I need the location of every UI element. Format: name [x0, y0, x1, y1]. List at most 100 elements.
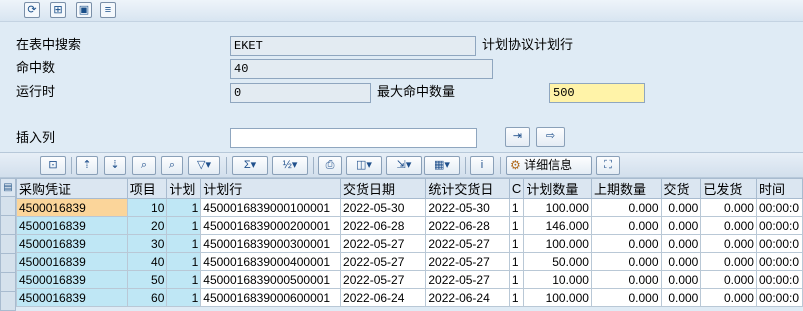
table-cell[interactable]: 0.000: [660, 270, 702, 289]
column-header[interactable]: 交货日期: [340, 178, 427, 199]
filter-icon[interactable]: ▽▾: [188, 156, 220, 175]
table-cell[interactable]: 0.000: [590, 288, 662, 307]
table-cell[interactable]: 20: [126, 216, 168, 235]
column-header[interactable]: 计划行: [200, 178, 342, 199]
export-icon[interactable]: ⇲▾: [386, 156, 422, 175]
insert-column-button[interactable]: ⇥: [505, 127, 530, 147]
table-cell[interactable]: 1: [508, 288, 525, 307]
table-cell[interactable]: 1: [508, 252, 525, 271]
table-cell[interactable]: 0.000: [700, 252, 757, 271]
column-header[interactable]: 已发货: [700, 178, 757, 199]
column-header[interactable]: 上期数量: [590, 178, 662, 199]
table-cell[interactable]: 10.000: [523, 270, 592, 289]
subtotal-icon[interactable]: ½▾: [272, 156, 308, 175]
table-cell[interactable]: 2022-05-27: [340, 270, 427, 289]
column-header[interactable]: 计划: [166, 178, 202, 199]
table-cell[interactable]: 1: [166, 288, 202, 307]
find-icon[interactable]: ⌕: [132, 156, 156, 175]
table-cell[interactable]: 0.000: [660, 198, 702, 217]
table-cell[interactable]: 4500016839000500001: [200, 270, 342, 289]
table-cell[interactable]: 1: [166, 216, 202, 235]
table-cell[interactable]: 40: [126, 252, 168, 271]
details-button[interactable]: ⚙ 详细信息: [506, 156, 592, 175]
table-cell[interactable]: 1: [166, 270, 202, 289]
table-cell[interactable]: 00:00:0: [755, 234, 803, 253]
table-cell[interactable]: 4500016839: [16, 252, 128, 271]
table-cell[interactable]: 2022-05-27: [340, 252, 427, 271]
find-next-icon[interactable]: ⌕: [161, 156, 183, 175]
column-header[interactable]: 项目: [126, 178, 168, 199]
row-selector[interactable]: [0, 292, 16, 311]
table-cell[interactable]: 0.000: [700, 216, 757, 235]
column-header[interactable]: C: [508, 178, 525, 199]
table-cell[interactable]: 0.000: [590, 234, 662, 253]
row-selector[interactable]: [0, 273, 16, 292]
sum-icon[interactable]: Σ▾: [232, 156, 268, 175]
layout-icon[interactable]: ▦▾: [424, 156, 460, 175]
table-row[interactable]: 4500016839 50 1 4500016839000500001 2022-05-…: [16, 270, 803, 289]
table-cell[interactable]: 4500016839000200001: [200, 216, 342, 235]
select-all-rows-icon[interactable]: ▤: [0, 178, 16, 197]
table-cell[interactable]: 0.000: [660, 252, 702, 271]
table-cell[interactable]: 4500016839: [16, 198, 128, 217]
table-cell[interactable]: 1: [166, 198, 202, 217]
table-cell[interactable]: 0.000: [700, 198, 757, 217]
row-selector[interactable]: [0, 254, 16, 273]
table-cell[interactable]: 2022-05-27: [425, 270, 510, 289]
row-selector[interactable]: [0, 216, 16, 235]
select-all-icon[interactable]: ⊡: [40, 156, 66, 175]
table-cell[interactable]: 00:00:0: [755, 216, 803, 235]
table-row[interactable]: 4500016839 30 1 4500016839000300001 2022-05-…: [16, 234, 803, 253]
table-row[interactable]: 4500016839 40 1 4500016839000400001 2022-05-…: [16, 252, 803, 271]
table-cell[interactable]: 1: [166, 234, 202, 253]
table-cell[interactable]: 2022-05-30: [425, 198, 510, 217]
table-cell[interactable]: 2022-06-24: [340, 288, 427, 307]
table-cell[interactable]: 0.000: [590, 252, 662, 271]
sort-descending-icon[interactable]: ⇣: [104, 156, 126, 175]
table-cell[interactable]: 146.000: [523, 216, 592, 235]
table-cell[interactable]: 4500016839: [16, 216, 128, 235]
table-cell[interactable]: 2022-06-24: [425, 288, 510, 307]
table-cell[interactable]: 30: [126, 234, 168, 253]
info-icon[interactable]: i: [470, 156, 494, 175]
table-cell[interactable]: 2022-05-27: [425, 252, 510, 271]
table-row[interactable]: 4500016839 20 1 4500016839000200001 2022-06-…: [16, 216, 803, 235]
graphic-icon[interactable]: ⛶: [596, 156, 620, 175]
table-cell[interactable]: 2022-06-28: [425, 216, 510, 235]
table-cell[interactable]: 0.000: [660, 288, 702, 307]
table-cell[interactable]: 2022-05-30: [340, 198, 427, 217]
table-cell[interactable]: 0.000: [660, 216, 702, 235]
table-cell[interactable]: 2022-05-27: [425, 234, 510, 253]
table-cell[interactable]: 4500016839000400001: [200, 252, 342, 271]
table-cell[interactable]: 4500016839: [16, 288, 128, 307]
print-icon[interactable]: ⎙: [318, 156, 342, 175]
table-cell[interactable]: 0.000: [590, 198, 662, 217]
table-cell[interactable]: 00:00:0: [755, 270, 803, 289]
save-icon[interactable]: ▣: [76, 2, 92, 18]
column-header[interactable]: 统计交货日: [425, 178, 510, 199]
table-cell[interactable]: 2022-05-27: [340, 234, 427, 253]
table-cell[interactable]: 4500016839: [16, 270, 128, 289]
table-cell[interactable]: 4500016839000100001: [200, 198, 342, 217]
table-cell[interactable]: 4500016839: [16, 234, 128, 253]
column-header[interactable]: 采购凭证: [16, 178, 128, 199]
table-cell[interactable]: 00:00:0: [755, 198, 803, 217]
table-cell[interactable]: 00:00:0: [755, 252, 803, 271]
table-cell[interactable]: 0.000: [700, 234, 757, 253]
table-cell[interactable]: 50: [126, 270, 168, 289]
table-cell[interactable]: 0.000: [590, 270, 662, 289]
row-selector[interactable]: [0, 197, 16, 216]
row-selector[interactable]: [0, 235, 16, 254]
sort-ascending-icon[interactable]: ⇡: [76, 156, 98, 175]
table-cell[interactable]: 1: [508, 216, 525, 235]
document-icon[interactable]: ≡: [100, 2, 116, 18]
table-cell[interactable]: 2022-06-28: [340, 216, 427, 235]
table-cell[interactable]: 4500016839000300001: [200, 234, 342, 253]
table-cell[interactable]: 60: [126, 288, 168, 307]
column-header[interactable]: 计划数量: [523, 178, 592, 199]
table-cell[interactable]: 100.000: [523, 234, 592, 253]
table-cell[interactable]: 1: [508, 234, 525, 253]
column-header[interactable]: 时间: [755, 178, 803, 199]
table-cell[interactable]: 100.000: [523, 198, 592, 217]
table-row[interactable]: 4500016839 60 1 4500016839000600001 2022-06-…: [16, 288, 803, 307]
